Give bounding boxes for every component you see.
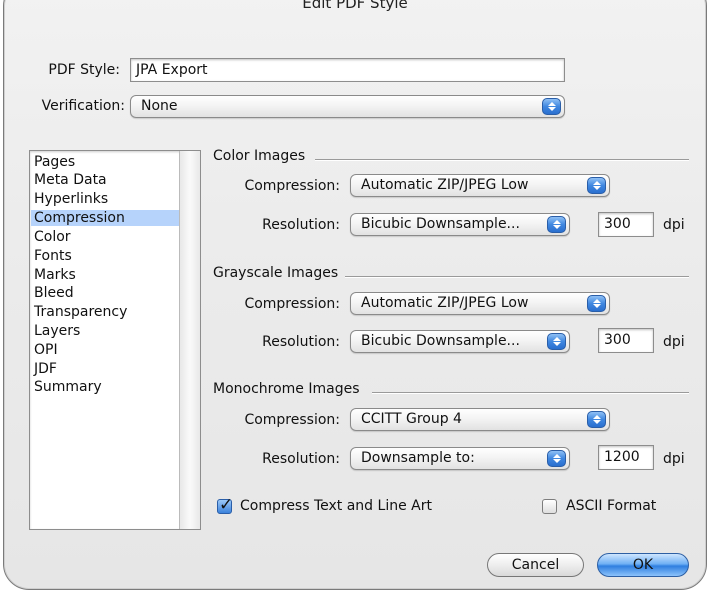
group-divider [372, 392, 689, 394]
grayscale-dpi-input[interactable]: 300 [598, 328, 654, 353]
pdf-style-name-input[interactable]: JPA Export [130, 58, 565, 82]
list-scrollbar[interactable] [179, 151, 200, 529]
monochrome-compression-value: CCITT Group 4 [361, 411, 462, 427]
color-compression-label: Compression: [244, 178, 340, 194]
sidebar-item-meta-data[interactable]: Meta Data [31, 172, 184, 188]
popup-arrows-icon [547, 333, 566, 350]
sidebar-item-pages[interactable]: Pages [31, 154, 184, 170]
pdf-style-label: PDF Style: [48, 62, 120, 78]
sidebar-item-jdf[interactable]: JDF [31, 361, 184, 377]
group-divider [345, 276, 689, 278]
popup-arrows-icon [587, 295, 606, 312]
sidebar-item-summary[interactable]: Summary [31, 379, 184, 395]
grayscale-resolution-label: Resolution: [262, 334, 340, 350]
sidebar-item-fonts[interactable]: Fonts [31, 248, 184, 264]
grayscale-compression-label: Compression: [244, 296, 340, 312]
monochrome-compression-label: Compression: [244, 412, 340, 428]
color-resolution-value: Bicubic Downsample... [361, 216, 520, 232]
sidebar-item-marks[interactable]: Marks [31, 267, 184, 283]
popup-arrows-icon [542, 98, 561, 115]
grayscale-resolution-popup[interactable]: Bicubic Downsample... [350, 330, 570, 353]
sidebar-item-opi[interactable]: OPI [31, 342, 184, 358]
sidebar-item-color[interactable]: Color [31, 229, 184, 245]
dialog-title: Edit PDF Style [302, 0, 408, 12]
verification-popup[interactable]: None [130, 95, 565, 118]
group-divider [315, 159, 689, 161]
monochrome-resolution-label: Resolution: [262, 451, 340, 467]
verification-label: Verification: [41, 98, 125, 114]
monochrome-compression-popup[interactable]: CCITT Group 4 [350, 408, 610, 431]
popup-arrows-icon [587, 177, 606, 194]
grayscale-dpi-unit: dpi [663, 334, 685, 350]
sidebar-item-compression[interactable]: Compression [31, 210, 184, 226]
color-dpi-unit: dpi [663, 217, 685, 233]
checkmark-icon: ✓ [219, 495, 234, 515]
verification-value: None [141, 98, 178, 114]
monochrome-resolution-value: Downsample to: [361, 450, 475, 466]
popup-arrows-icon [547, 216, 566, 233]
compress-text-label: Compress Text and Line Art [240, 498, 432, 514]
category-list[interactable]: Pages Meta Data Hyperlinks Compression C… [29, 150, 201, 530]
grayscale-resolution-value: Bicubic Downsample... [361, 333, 520, 349]
ascii-format-checkbox[interactable] [542, 499, 557, 514]
cancel-button[interactable]: Cancel [487, 553, 584, 577]
ok-button[interactable]: OK [597, 553, 689, 577]
monochrome-dpi-unit: dpi [663, 451, 685, 467]
grayscale-compression-value: Automatic ZIP/JPEG Low [361, 295, 529, 311]
sidebar-item-layers[interactable]: Layers [31, 323, 184, 339]
monochrome-resolution-popup[interactable]: Downsample to: [350, 447, 570, 470]
grayscale-images-heading: Grayscale Images [213, 265, 339, 281]
sidebar-item-hyperlinks[interactable]: Hyperlinks [31, 191, 184, 207]
color-dpi-input[interactable]: 300 [598, 212, 654, 237]
grayscale-compression-popup[interactable]: Automatic ZIP/JPEG Low [350, 292, 610, 315]
sidebar-item-transparency[interactable]: Transparency [31, 304, 184, 320]
ascii-format-label: ASCII Format [566, 498, 657, 514]
sidebar-item-bleed[interactable]: Bleed [31, 285, 184, 301]
color-images-heading: Color Images [213, 148, 306, 164]
color-resolution-label: Resolution: [262, 217, 340, 233]
color-compression-popup[interactable]: Automatic ZIP/JPEG Low [350, 174, 610, 197]
color-resolution-popup[interactable]: Bicubic Downsample... [350, 213, 570, 236]
monochrome-dpi-input[interactable]: 1200 [598, 445, 654, 470]
compress-text-checkbox[interactable]: ✓ [217, 495, 233, 515]
color-compression-value: Automatic ZIP/JPEG Low [361, 177, 529, 193]
monochrome-images-heading: Monochrome Images [213, 381, 360, 397]
popup-arrows-icon [587, 411, 606, 428]
popup-arrows-icon [547, 450, 566, 467]
